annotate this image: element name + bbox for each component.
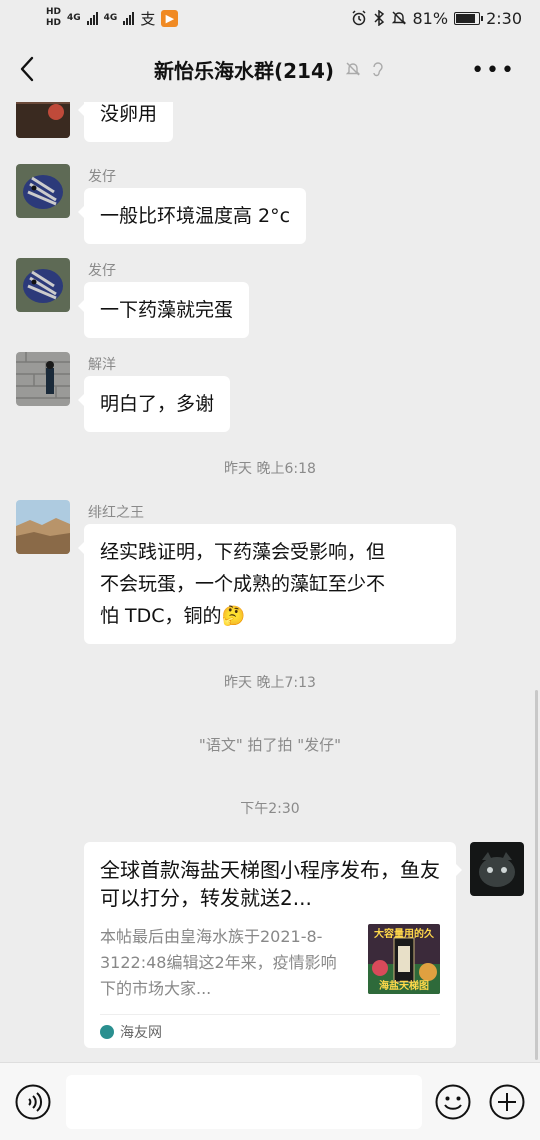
signal-icon-2 (123, 11, 135, 25)
sender-name: 发仔 (88, 263, 116, 279)
message-bubble[interactable]: 没卵用 (77, 102, 174, 142)
chat-header: 新怡乐海水群(214) ••• (0, 36, 540, 102)
avatar[interactable] (16, 102, 70, 138)
card-thumbnail: 大容量用的久 海盐天梯图 (368, 924, 440, 994)
message-line: 怕 TDC，铜的🤔 (100, 605, 246, 627)
message-input[interactable] (66, 1075, 422, 1129)
avatar[interactable] (16, 352, 70, 406)
network-type-2: 4G (103, 12, 118, 23)
earpiece-icon (373, 62, 383, 77)
message-bubble[interactable]: 一般比环境温度高 2°c (77, 188, 307, 244)
alarm-icon (351, 10, 366, 26)
timestamp: 下午2:30 (240, 801, 300, 817)
avatar[interactable] (16, 164, 70, 218)
message-item: 发仔 一般比环境温度高 2°c (16, 164, 496, 248)
status-left: HD HD 4G 4G 支 ▶ (46, 8, 179, 29)
message-item: 绯红之王 经实践证明，下药藻会受影响，但 不会玩蛋，一个成熟的藻缸至少不 怕 T… (16, 500, 496, 650)
status-bar: HD HD 4G 4G 支 ▶ 81% 2:30 (0, 0, 540, 36)
avatar[interactable] (16, 258, 70, 312)
status-right: 81% 2:30 (351, 8, 522, 28)
message-item: 没卵用 (16, 102, 496, 154)
hd-badges: HD HD (46, 8, 61, 28)
scrollbar[interactable] (535, 690, 538, 1060)
sender-name: 发仔 (88, 169, 116, 185)
battery-icon (454, 11, 484, 25)
chat-title: 新怡乐海水群(214) (153, 58, 335, 83)
card-divider (100, 1014, 440, 1015)
alipay-icon: 支 (140, 9, 156, 28)
card-title: 全球首款海盐天梯图小程序发布，鱼友可以打分，转发就送2... (100, 858, 440, 910)
source-logo-icon (100, 1025, 114, 1039)
voice-input-icon[interactable] (14, 1083, 52, 1121)
my-avatar[interactable] (470, 842, 524, 896)
emoji-icon[interactable] (434, 1083, 472, 1121)
more-options-icon[interactable]: ••• (471, 58, 516, 83)
signal-icon (86, 11, 98, 25)
card-source-name: 海友网 (120, 1025, 162, 1041)
timestamp: 昨天 晚上6:18 (224, 461, 316, 477)
message-list[interactable]: 没卵用 发仔 一般比环境温度高 2°c 发仔 一下药藻就完蛋 解洋 明白了，多谢… (0, 102, 540, 1062)
card-description: 本帖最后由皇海水族于2021-8-3122:48编辑这2年来，疫情影响下的市场大… (100, 927, 337, 998)
message-bubble[interactable]: 经实践证明，下药藻会受影响，但 不会玩蛋，一个成熟的藻缸至少不 怕 TDC，铜的… (78, 524, 456, 644)
message-item: 解洋 明白了，多谢 (16, 352, 496, 436)
clock: 2:30 (486, 8, 522, 28)
add-attachment-icon[interactable] (488, 1083, 526, 1121)
hd-badge-1: HD (46, 7, 62, 17)
message-item: 发仔 一下药藻就完蛋 (16, 258, 496, 342)
bluetooth-icon (373, 10, 384, 26)
message-bubble[interactable]: 明白了，多谢 (77, 376, 231, 432)
message-line: 经实践证明，下药藻会受影响，但 (100, 541, 386, 563)
network-type-1: 4G (67, 12, 81, 23)
message-line: 不会玩蛋，一个成熟的藻缸至少不 (100, 573, 386, 595)
avatar[interactable] (16, 500, 70, 554)
title-status-icons (344, 60, 386, 78)
sender-name: 绯红之王 (88, 505, 144, 521)
timestamp: 昨天 晚上7:13 (224, 675, 316, 691)
mute-bell-icon (345, 62, 361, 76)
thumb-caption-top: 大容量用的久 (374, 929, 434, 940)
card-source: 海友网 (100, 1022, 162, 1042)
back-arrow-icon[interactable] (14, 54, 42, 84)
system-notice: "语文" 拍了拍 "发仔" (198, 736, 342, 754)
message-bubble[interactable]: 一下药藻就完蛋 (77, 282, 250, 338)
input-bar (0, 1062, 540, 1140)
battery-percent: 81% (412, 8, 449, 28)
mute-icon (391, 11, 406, 25)
sender-name: 解洋 (88, 357, 116, 373)
link-card[interactable]: 全球首款海盐天梯图小程序发布，鱼友可以打分，转发就送2... 本帖最后由皇海水族… (84, 842, 462, 1048)
app-notification-icon: ▶ (161, 9, 179, 27)
chat-title-group: 新怡乐海水群(214) (154, 55, 386, 84)
thumb-caption-bottom: 海盐天梯图 (379, 981, 429, 992)
hd-badge-2: HD (46, 18, 62, 28)
